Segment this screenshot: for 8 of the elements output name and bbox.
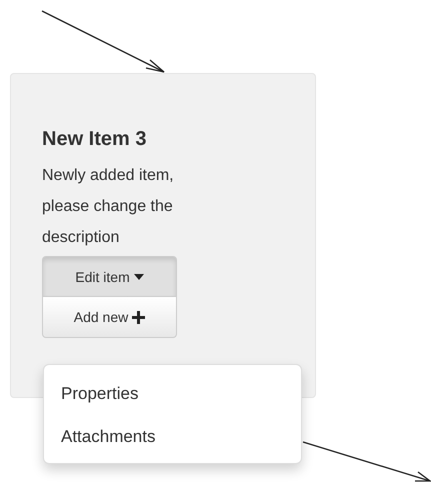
item-description: Newly added item, please change the description (42, 166, 175, 248)
caret-icon (134, 274, 144, 280)
item-title: New Item 3 (42, 127, 148, 152)
edit-item-button[interactable]: Edit item (42, 256, 177, 297)
plus-icon (132, 310, 146, 324)
add-new-button[interactable]: Add new (42, 297, 177, 338)
menu-item[interactable]: Properties (44, 379, 301, 409)
menu-item[interactable]: Attachments (44, 422, 301, 452)
